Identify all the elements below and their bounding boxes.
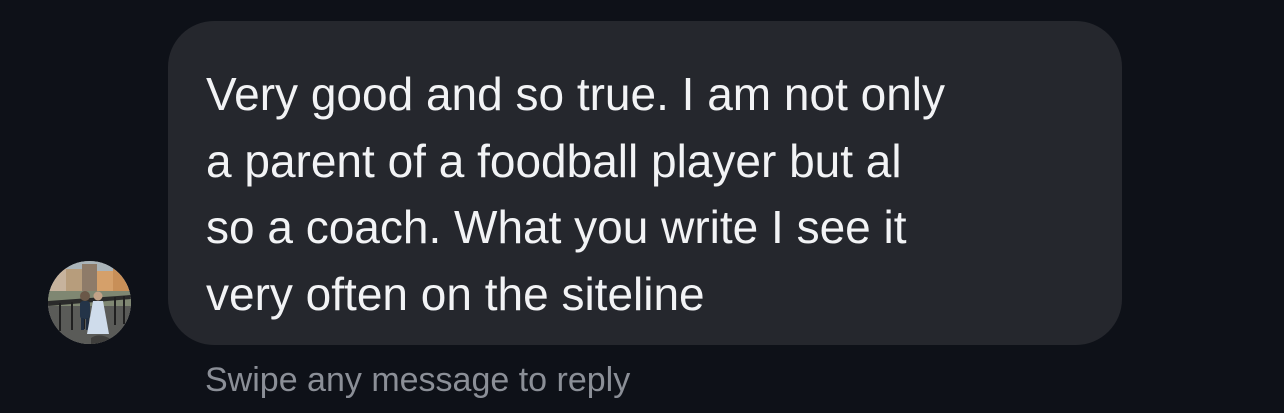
swipe-reply-hint: Swipe any message to reply bbox=[205, 361, 631, 399]
message-bubble[interactable]: Very good and so true. I am not only a p… bbox=[168, 21, 1122, 345]
message-line: a parent of a foodball player but al bbox=[206, 134, 902, 187]
profile-photo-icon bbox=[48, 261, 131, 344]
message-line: very often on the siteline bbox=[206, 267, 705, 320]
message-line: so a coach. What you write I see it bbox=[206, 201, 907, 253]
sender-avatar[interactable] bbox=[48, 261, 131, 344]
message-text: Very good and so true. I am not only a p… bbox=[206, 61, 1092, 327]
message-line: Very good and so true. I am not only bbox=[206, 68, 946, 120]
